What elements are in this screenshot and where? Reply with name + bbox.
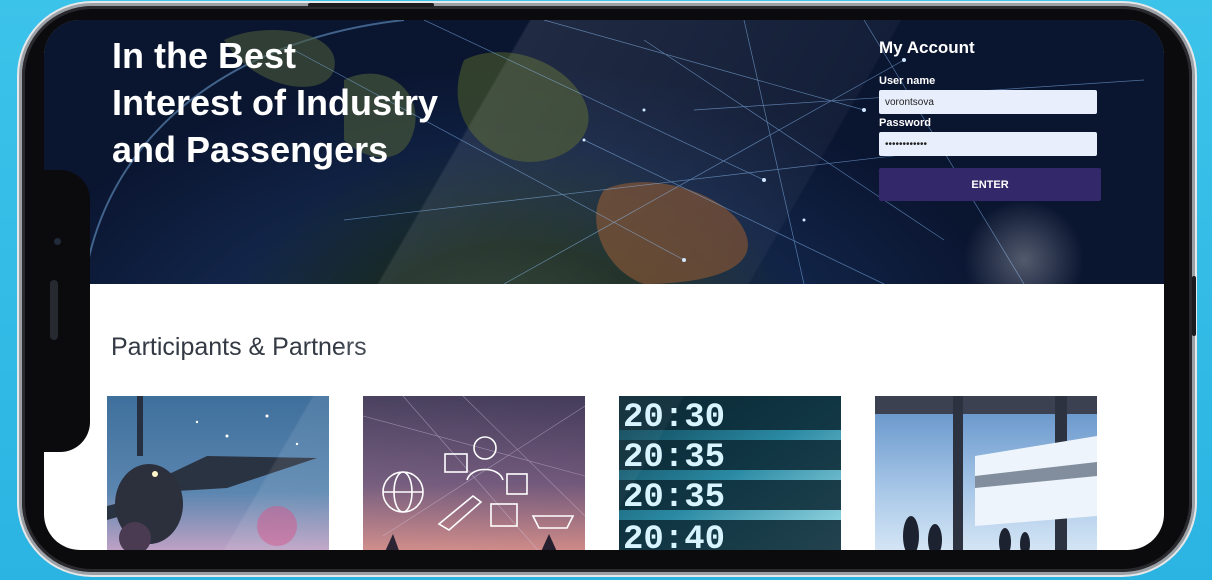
section-title: Participants & Partners: [111, 333, 367, 361]
board-time: 20:35: [623, 479, 725, 517]
phone-notch: [44, 170, 90, 452]
board-time: 20:35: [623, 439, 725, 477]
hero-banner: In the Best Interest of Industry and Pas…: [44, 20, 1164, 284]
enter-button[interactable]: ENTER: [879, 168, 1101, 201]
partner-card-logistics[interactable]: [363, 396, 585, 550]
power-button: [1192, 276, 1196, 336]
departure-board-image: 20:30 20:35 20:35 20:40: [619, 396, 841, 550]
train-platform-image: [875, 396, 1097, 550]
speaker-icon: [50, 280, 58, 340]
partner-card-airplane[interactable]: [107, 396, 329, 550]
password-label: Password: [879, 117, 931, 129]
username-input[interactable]: [879, 90, 1097, 114]
partner-card-railway[interactable]: [875, 396, 1097, 550]
partner-card-departures[interactable]: 20:30 20:35 20:35 20:40: [619, 396, 841, 550]
login-form: My Account User name Password ENTER: [879, 38, 1101, 201]
hero-title: In the Best Interest of Industry and Pas…: [112, 32, 532, 173]
airplane-night-image: [107, 396, 329, 550]
camera-icon: [54, 238, 61, 245]
volume-button: [308, 3, 434, 7]
password-input[interactable]: [879, 132, 1097, 156]
logistics-network-image: [363, 396, 585, 550]
hero-title-line: In the Best: [112, 35, 297, 76]
board-time: 20:40: [623, 521, 725, 550]
board-time: 20:30: [623, 399, 725, 437]
hero-title-line: Interest of Industry: [112, 82, 439, 123]
account-title: My Account: [879, 38, 975, 57]
phone-screen: In the Best Interest of Industry and Pas…: [44, 20, 1164, 550]
hero-title-line: and Passengers: [112, 129, 389, 170]
username-label: User name: [879, 75, 936, 87]
